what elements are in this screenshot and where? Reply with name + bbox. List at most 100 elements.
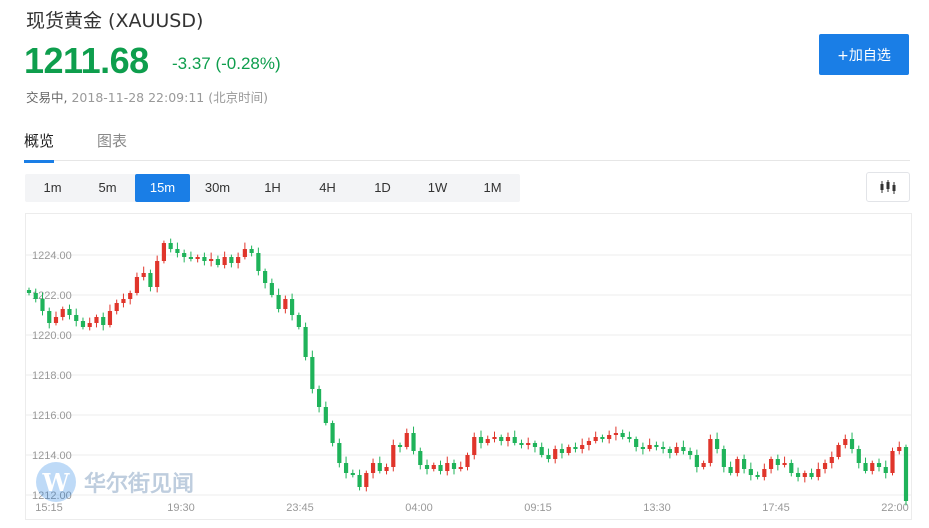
period-selector: 1m 5m 15m 30m 1H 4H 1D 1W 1M	[25, 174, 520, 202]
candle-body	[438, 465, 443, 471]
candle-body	[640, 447, 645, 449]
candle-body	[94, 317, 99, 323]
watermark-logo: W	[36, 462, 76, 502]
candle-body	[688, 451, 693, 455]
x-tick-label: 04:00	[405, 502, 433, 514]
candle-body	[182, 253, 187, 257]
candle-body	[539, 447, 544, 455]
candle-body	[424, 465, 430, 469]
candle-body	[364, 473, 369, 487]
candle-body	[849, 439, 855, 449]
tab-overview[interactable]: 概览	[24, 130, 55, 163]
candle-body	[580, 445, 585, 449]
status-label: 交易中,	[26, 90, 68, 105]
trading-status: 交易中, 2018-11-28 22:09:11 (北京时间)	[26, 87, 268, 106]
candle-body	[357, 475, 362, 487]
candle-body	[121, 299, 126, 303]
candle-body	[795, 473, 801, 477]
candle-body	[816, 469, 821, 477]
candle-body	[836, 445, 841, 457]
candle-body	[553, 449, 558, 459]
candle-body	[505, 437, 511, 441]
candle-body	[708, 439, 713, 463]
candle-body	[269, 283, 274, 295]
period-1m[interactable]: 1m	[25, 174, 80, 202]
candle-body	[762, 469, 767, 477]
candle-body	[209, 259, 214, 261]
candle-body	[870, 463, 875, 471]
candle-body	[53, 317, 59, 323]
candle-body	[789, 463, 794, 473]
candle-body	[26, 290, 32, 293]
candle-body	[350, 473, 355, 475]
candle-body	[161, 243, 167, 261]
candle-body	[472, 437, 477, 455]
candlestick-icon	[880, 180, 896, 194]
candle-body	[768, 459, 774, 469]
candle-body	[236, 257, 241, 263]
current-price: 1211.68	[24, 40, 149, 81]
period-5m[interactable]: 5m	[80, 174, 135, 202]
candle-body	[323, 407, 328, 423]
add-to-watchlist-button[interactable]: +加自选	[819, 34, 909, 75]
candle-body	[316, 389, 322, 407]
period-30m[interactable]: 30m	[190, 174, 245, 202]
candle-body	[735, 459, 740, 473]
candle-body	[148, 273, 153, 287]
candle-body	[458, 467, 463, 469]
period-4h[interactable]: 4H	[300, 174, 355, 202]
candle-body	[47, 311, 52, 323]
candle-body	[681, 447, 686, 451]
period-1d[interactable]: 1D	[355, 174, 410, 202]
x-tick-label: 09:15	[524, 502, 552, 514]
candle-body	[391, 445, 396, 467]
candle-body	[465, 455, 470, 467]
candle-body	[775, 459, 780, 465]
candle-body	[883, 467, 888, 473]
period-15m[interactable]: 15m	[135, 174, 190, 202]
candle-body	[134, 277, 140, 293]
candle-body	[87, 323, 92, 327]
candle-body	[40, 299, 45, 311]
candle-body	[168, 243, 173, 249]
candle-body	[843, 439, 848, 445]
candle-body	[600, 437, 605, 439]
candle-body	[418, 451, 423, 465]
candle-body	[303, 327, 308, 357]
x-tick-label: 15:15	[35, 502, 63, 514]
candle-body	[856, 449, 861, 463]
candle-body	[377, 463, 382, 471]
tab-bar: 概览 图表	[24, 128, 910, 163]
candle-body	[114, 303, 119, 311]
candle-body	[485, 439, 490, 443]
candle-body	[586, 441, 592, 445]
tab-chart[interactable]: 图表	[97, 130, 127, 160]
candle-body	[256, 253, 261, 271]
candle-body	[60, 309, 65, 317]
x-tick-label: 13:30	[643, 502, 671, 514]
candle-body	[634, 439, 639, 447]
candle-body	[33, 293, 38, 299]
period-1w[interactable]: 1W	[410, 174, 465, 202]
candle-body	[546, 455, 551, 459]
candle-body	[397, 445, 403, 447]
candle-body	[343, 463, 349, 473]
period-1h[interactable]: 1H	[245, 174, 300, 202]
chart-type-button[interactable]	[866, 172, 910, 202]
x-tick-label: 17:45	[762, 502, 790, 514]
candle-body	[249, 249, 254, 253]
candle-body	[863, 463, 868, 471]
y-tick-label: 1222.00	[32, 290, 72, 302]
y-tick-label: 1216.00	[32, 410, 72, 422]
candle-body	[445, 463, 450, 471]
candle-body	[263, 271, 268, 283]
candle-body	[188, 257, 193, 259]
candle-body	[532, 443, 538, 447]
candle-body	[654, 445, 659, 447]
candle-body	[742, 459, 747, 469]
candle-body	[290, 299, 295, 315]
candle-body	[782, 463, 787, 465]
period-1mo[interactable]: 1M	[465, 174, 520, 202]
candle-body	[370, 463, 376, 473]
candle-body	[404, 433, 409, 447]
